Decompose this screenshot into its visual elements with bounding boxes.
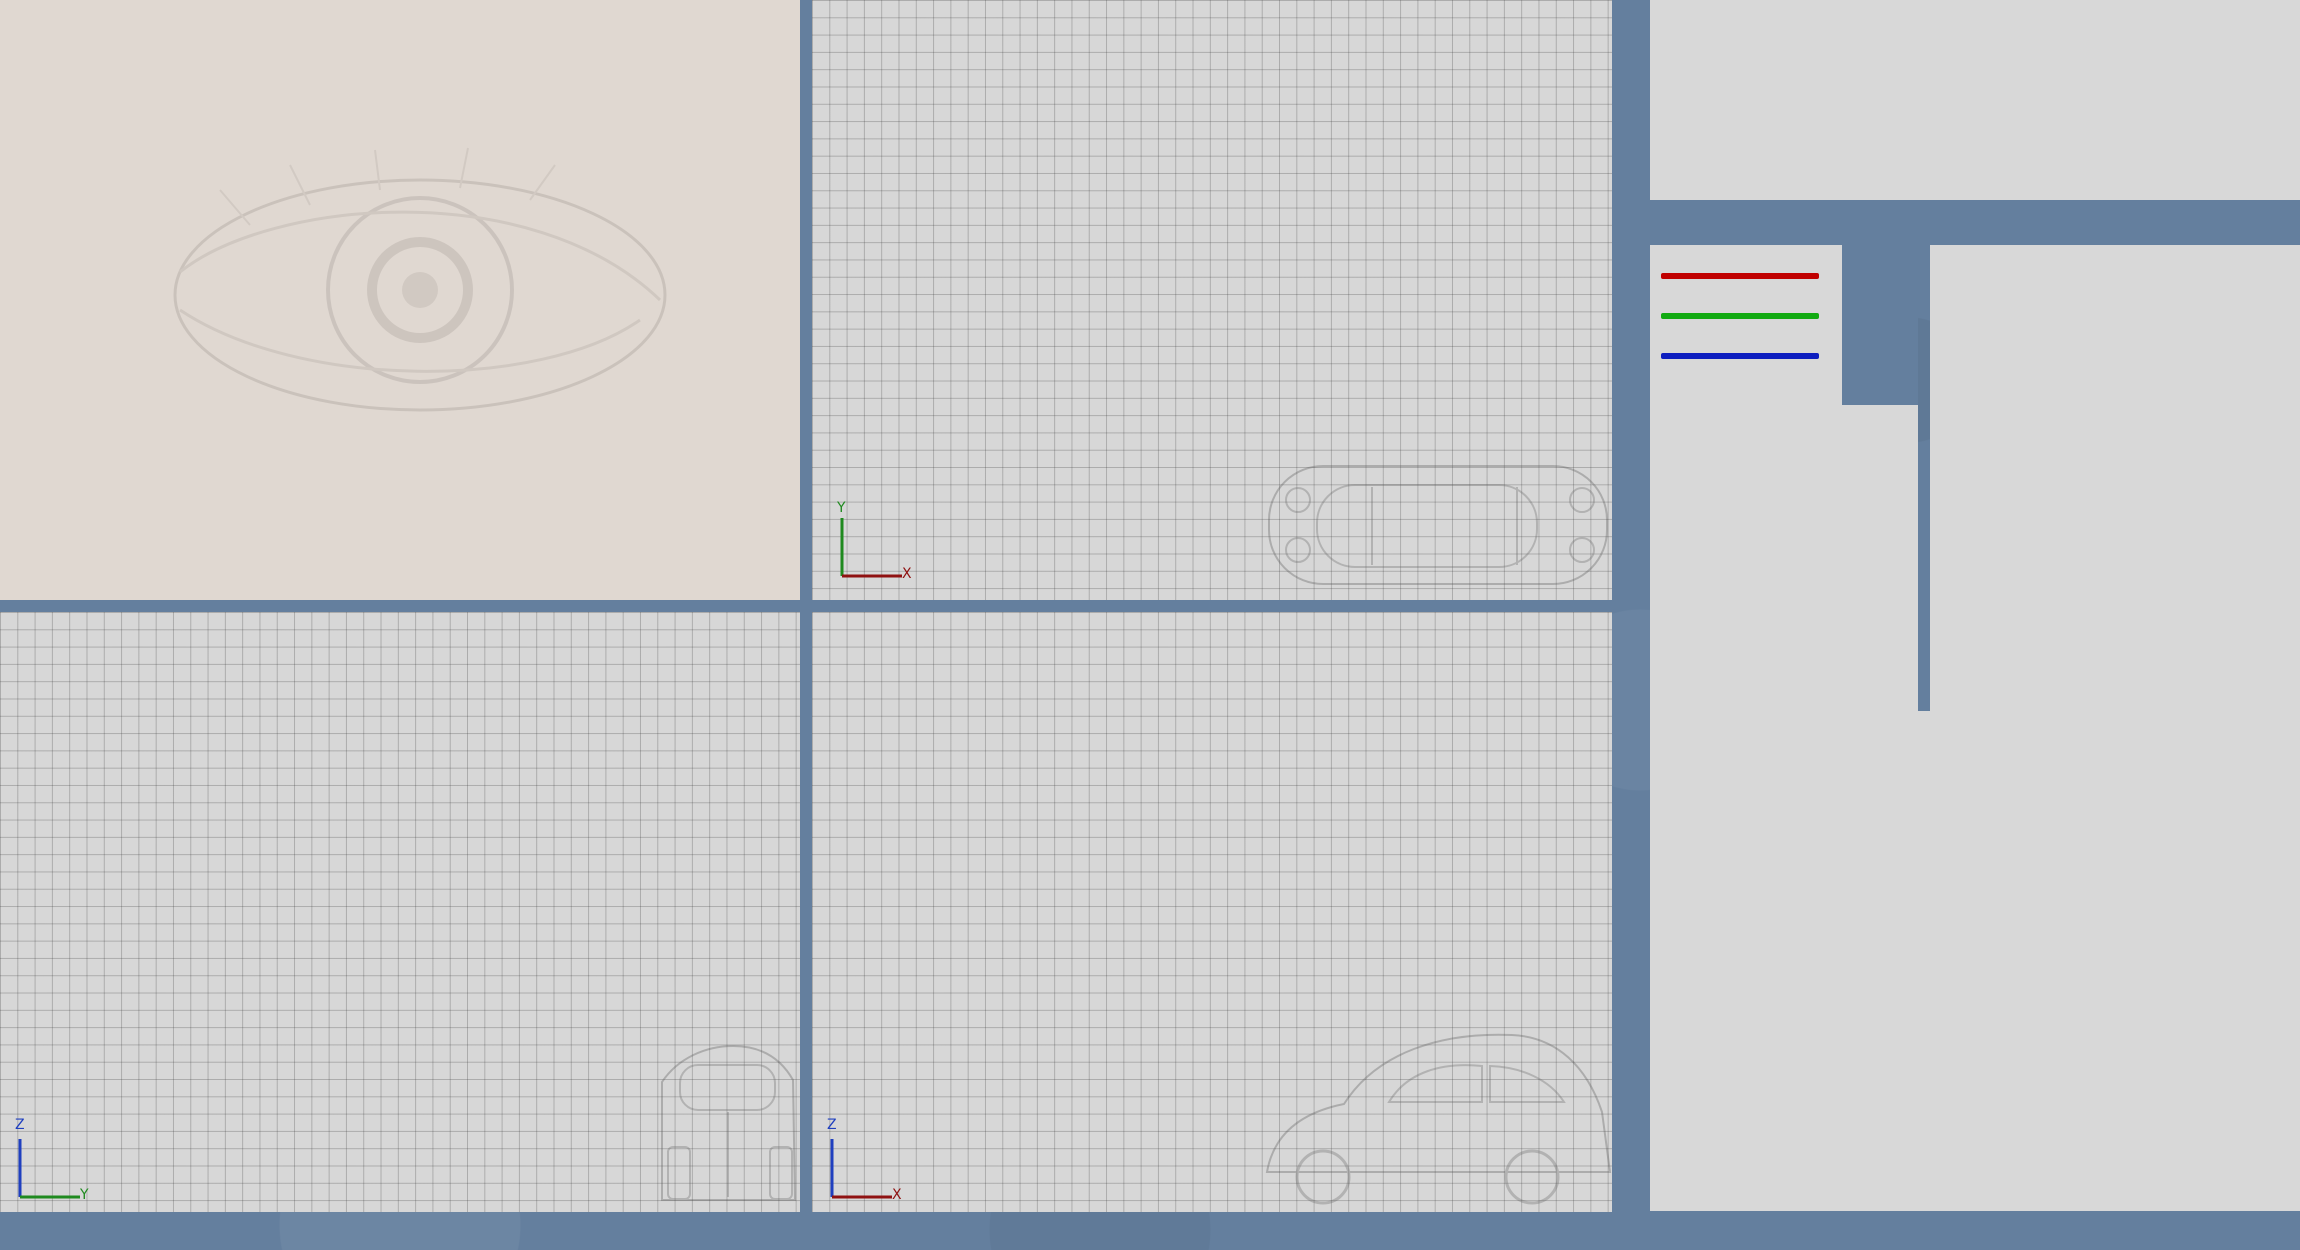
axis-label-x: X (902, 566, 912, 582)
viewport-front[interactable]: Z X (812, 612, 1612, 1212)
inspector-lower-panel[interactable] (1842, 711, 2300, 1211)
axis-indicator-top: Y X (824, 500, 914, 590)
palette-line-green[interactable] (1661, 313, 1819, 319)
eye-reference-image (173, 147, 667, 412)
viewport-side[interactable]: Z Y (0, 612, 800, 1212)
palette-line-blue[interactable] (1661, 353, 1819, 359)
viewport-top[interactable]: Y X (812, 0, 1612, 600)
axis-label-y: Y (80, 1187, 89, 1203)
palette-line-red[interactable] (1661, 273, 1819, 279)
viewport-perspective[interactable] (0, 0, 800, 600)
car-top-reference-image (1268, 465, 1608, 585)
inspector-top-panel[interactable] (1650, 0, 2300, 200)
axis-label-x: X (892, 1187, 902, 1203)
axis-indicator-side: Z Y (2, 1117, 92, 1207)
axis-label-z: Z (827, 1117, 837, 1133)
axis-label-z: Z (15, 1117, 25, 1133)
car-side-reference-image (1265, 1033, 1612, 1205)
axis-indicator-front: Z X (814, 1117, 904, 1207)
palette-gap (1842, 245, 1918, 405)
axis-label-y: Y (837, 500, 846, 516)
palette-panel[interactable] (1650, 245, 1842, 1211)
car-front-reference-image (661, 1044, 797, 1201)
narrow-tool-strip[interactable] (1842, 405, 1918, 711)
